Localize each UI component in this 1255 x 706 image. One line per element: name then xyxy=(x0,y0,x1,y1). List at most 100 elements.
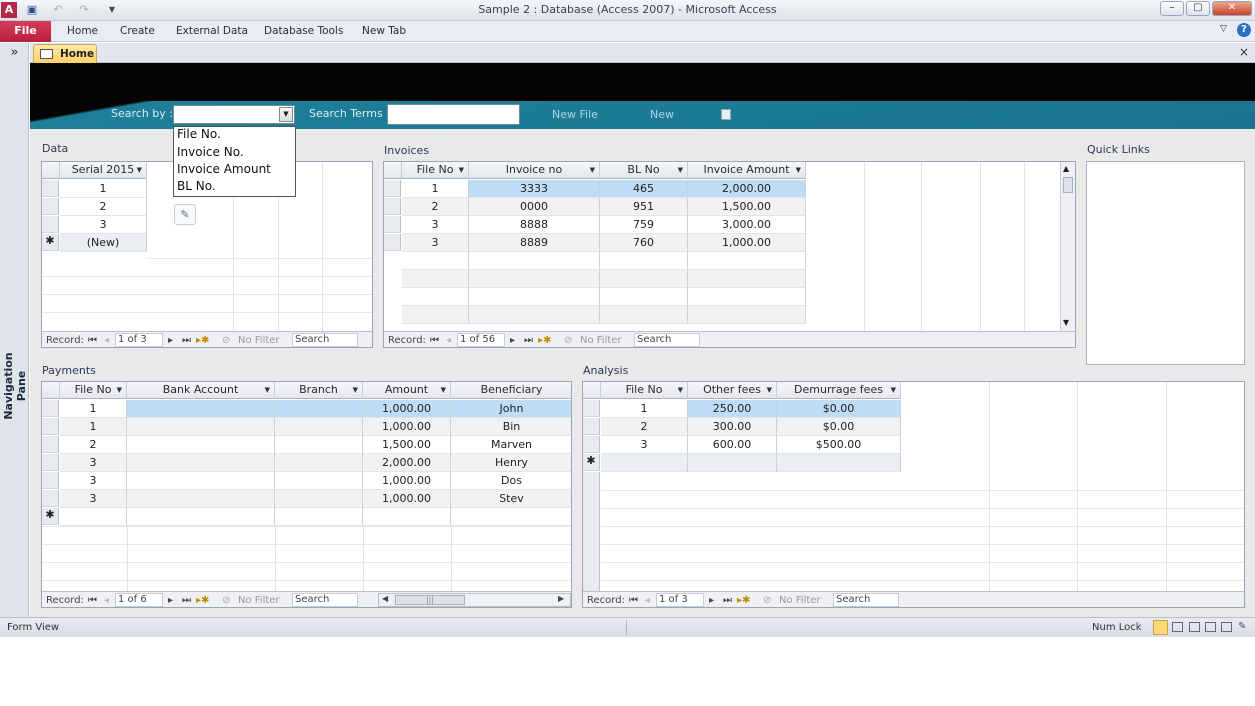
prev-record-icon[interactable]: ◂ xyxy=(645,595,650,606)
current-record-box[interactable]: 1 of 3 xyxy=(115,333,163,347)
minimize-button[interactable]: – xyxy=(1160,1,1184,16)
column-header[interactable]: File No ▼ xyxy=(402,162,469,179)
column-header[interactable]: Other fees ▼ xyxy=(688,382,777,399)
table-cell[interactable]: Bin xyxy=(451,418,571,436)
table-cell[interactable]: 0000 xyxy=(469,198,600,216)
vertical-scrollbar[interactable]: ▲ ▼ xyxy=(1060,162,1075,331)
layout-view-icon[interactable] xyxy=(1221,622,1232,632)
first-record-icon[interactable]: ⏮ xyxy=(88,595,97,606)
new-record-nav-icon[interactable]: ▸✱ xyxy=(737,595,750,606)
next-record-icon[interactable]: ▸ xyxy=(709,595,714,606)
table-cell[interactable]: 8889 xyxy=(469,234,600,252)
prev-record-icon[interactable]: ◂ xyxy=(104,595,109,606)
close-window-button[interactable]: ✕ xyxy=(1212,1,1252,16)
table-cell[interactable]: Dos xyxy=(451,472,571,490)
no-filter-label[interactable]: No Filter xyxy=(238,595,280,606)
column-header[interactable]: Branch ▼ xyxy=(275,382,363,399)
table-cell[interactable]: $0.00 xyxy=(777,400,901,418)
scroll-right-icon[interactable]: ▶ xyxy=(558,594,564,603)
prev-record-icon[interactable]: ◂ xyxy=(104,335,109,346)
table-cell[interactable] xyxy=(275,400,363,418)
table-cell[interactable]: 1,000.00 xyxy=(363,418,451,436)
datasheet-search-input[interactable]: Search xyxy=(292,593,358,607)
column-header[interactable]: Amount ▼ xyxy=(363,382,451,399)
table-cell[interactable]: 951 xyxy=(600,198,688,216)
last-record-icon[interactable]: ⏭ xyxy=(723,595,732,606)
column-header[interactable]: BL No ▼ xyxy=(600,162,688,179)
datasheet-view-icon[interactable] xyxy=(1172,622,1183,632)
table-cell[interactable]: 3 xyxy=(402,216,469,234)
maximize-button[interactable]: ▢ xyxy=(1186,1,1210,16)
next-record-icon[interactable]: ▸ xyxy=(168,335,173,346)
table-cell[interactable]: Marven xyxy=(451,436,571,454)
current-record-box[interactable]: 1 of 56 xyxy=(457,333,505,347)
last-record-icon[interactable]: ⏭ xyxy=(182,595,191,606)
tab-create[interactable]: Create xyxy=(120,25,155,37)
new-file-button[interactable]: New File xyxy=(552,108,598,121)
column-header[interactable]: File No ▼ xyxy=(60,382,127,399)
table-cell[interactable]: 1,500.00 xyxy=(363,436,451,454)
column-header[interactable]: Bank Account ▼ xyxy=(127,382,275,399)
datasheet-search-input[interactable]: Search xyxy=(292,333,358,347)
table-cell[interactable] xyxy=(275,436,363,454)
filter-icon[interactable]: ⊘ xyxy=(564,335,572,346)
column-header[interactable]: Invoice no ▼ xyxy=(469,162,600,179)
table-cell[interactable]: 300.00 xyxy=(688,418,777,436)
no-filter-label[interactable]: No Filter xyxy=(580,335,622,346)
form-view-icon[interactable] xyxy=(1153,620,1168,635)
filter-icon[interactable]: ⊘ xyxy=(222,335,230,346)
table-cell[interactable]: 2,000.00 xyxy=(363,454,451,472)
column-header[interactable]: Invoice Amount ▼ xyxy=(688,162,806,179)
new-record-icon[interactable]: ✱ xyxy=(42,508,59,525)
ribbon-collapse-icon[interactable]: ▽ xyxy=(1220,24,1227,34)
table-cell[interactable]: Henry xyxy=(451,454,571,472)
search-by-combo[interactable]: ▼ xyxy=(173,105,295,124)
navigation-pane-label[interactable]: Navigation Pane xyxy=(2,341,28,431)
tab-database-tools[interactable]: Database Tools xyxy=(264,25,343,37)
next-record-icon[interactable]: ▸ xyxy=(168,595,173,606)
row-selector[interactable] xyxy=(42,216,59,233)
close-document-icon[interactable]: × xyxy=(1239,45,1249,59)
pivot-table-view-icon[interactable] xyxy=(1189,622,1200,632)
table-cell[interactable]: 1 xyxy=(60,180,147,198)
table-cell[interactable]: 1,500.00 xyxy=(688,198,806,216)
table-cell[interactable]: $0.00 xyxy=(777,418,901,436)
dropdown-option[interactable]: File No. xyxy=(177,127,221,141)
table-cell[interactable]: 1,000.00 xyxy=(363,400,451,418)
table-cell[interactable] xyxy=(127,400,275,418)
help-icon[interactable]: ? xyxy=(1237,23,1251,37)
scroll-down-icon[interactable]: ▼ xyxy=(1063,318,1069,327)
table-cell[interactable]: 1 xyxy=(402,180,469,198)
table-cell[interactable]: 759 xyxy=(600,216,688,234)
horizontal-scrollbar[interactable]: ◀ ||| ▶ xyxy=(378,593,571,607)
edit-note-icon[interactable] xyxy=(721,109,731,120)
table-cell[interactable]: 3,000.00 xyxy=(688,216,806,234)
table-cell[interactable]: 2 xyxy=(60,436,127,454)
row-selector[interactable] xyxy=(42,180,59,197)
first-record-icon[interactable]: ⏮ xyxy=(88,335,97,346)
design-view-icon[interactable]: ✎ xyxy=(1238,621,1246,632)
select-all-corner[interactable] xyxy=(42,382,60,399)
datasheet-search-input[interactable]: Search xyxy=(833,593,899,607)
select-all-corner[interactable] xyxy=(583,382,601,399)
row-selector[interactable] xyxy=(42,198,59,215)
new-record-cell[interactable]: (New) xyxy=(60,234,147,252)
table-cell[interactable]: 3 xyxy=(60,454,127,472)
last-record-icon[interactable]: ⏭ xyxy=(182,335,191,346)
table-cell[interactable]: 2,000.00 xyxy=(688,180,806,198)
table-cell[interactable] xyxy=(127,418,275,436)
table-cell[interactable]: 3 xyxy=(60,490,127,508)
datasheet-search-input[interactable]: Search xyxy=(634,333,700,347)
tab-new-tab[interactable]: New Tab xyxy=(362,25,406,37)
table-cell[interactable]: 3 xyxy=(60,216,147,234)
sort-arrow-icon[interactable]: ▼ xyxy=(137,162,142,178)
table-cell[interactable]: 1,000.00 xyxy=(363,490,451,508)
no-filter-label[interactable]: No Filter xyxy=(779,595,821,606)
dropdown-option[interactable]: Invoice No. xyxy=(177,145,244,159)
table-cell[interactable]: 760 xyxy=(600,234,688,252)
table-cell[interactable] xyxy=(275,490,363,508)
select-all-corner[interactable] xyxy=(42,162,60,179)
table-cell[interactable]: 1 xyxy=(601,400,688,418)
table-cell[interactable]: 3333 xyxy=(469,180,600,198)
table-cell[interactable]: $500.00 xyxy=(777,436,901,454)
